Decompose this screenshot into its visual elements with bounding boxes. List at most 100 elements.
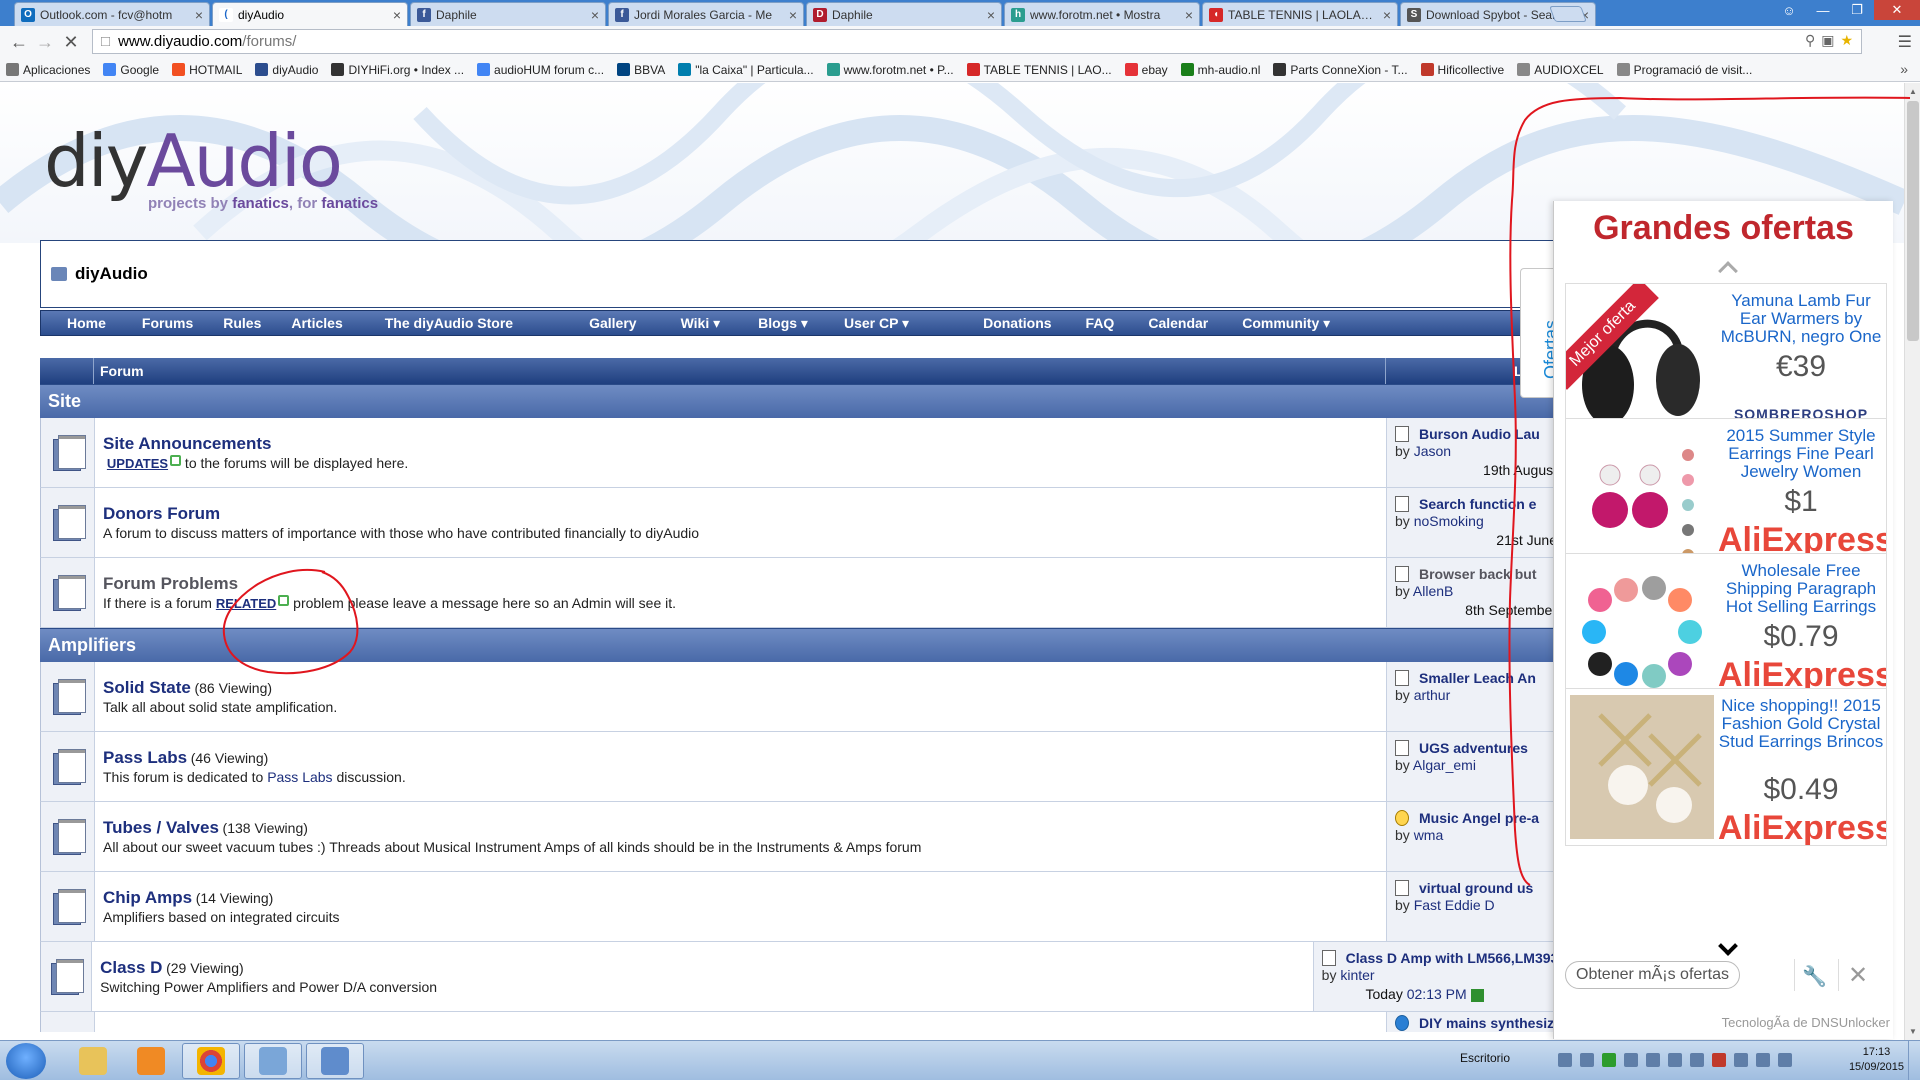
forum-title[interactable]: Forum Problems bbox=[103, 574, 238, 593]
scrollbar-thumb[interactable] bbox=[1907, 101, 1919, 341]
nav-item[interactable]: User CP ▾ bbox=[808, 315, 909, 332]
last-post-author[interactable]: arthur bbox=[1414, 687, 1451, 703]
related-link[interactable]: RELATED bbox=[216, 596, 276, 611]
tray-icon[interactable] bbox=[1580, 1053, 1594, 1067]
bookmark-item[interactable]: TABLE TENNIS | LAO... bbox=[966, 63, 1112, 77]
offers-side-tab[interactable]: Ofertas bbox=[1520, 268, 1561, 398]
tray-icon[interactable] bbox=[1624, 1053, 1638, 1067]
last-post-author[interactable]: Algar_emi bbox=[1413, 757, 1476, 773]
profile-icon[interactable]: ☺ bbox=[1772, 0, 1806, 20]
system-clock[interactable]: 17:13 15/09/2015 bbox=[1849, 1045, 1904, 1075]
minimize-button[interactable]: — bbox=[1806, 0, 1840, 20]
bookmark-item[interactable]: "la Caixa" | Particula... bbox=[678, 63, 814, 77]
page-scrollbar[interactable]: ▲ ▼ bbox=[1904, 83, 1920, 1041]
menu-icon[interactable]: ☰ bbox=[1898, 32, 1912, 52]
forum-title[interactable]: Class D bbox=[100, 958, 162, 977]
back-button[interactable]: ← bbox=[6, 29, 32, 55]
last-post-title[interactable]: UGS adventures bbox=[1419, 740, 1528, 756]
show-desktop-button[interactable] bbox=[1908, 1041, 1920, 1080]
browser-tab[interactable]: h www.forotm.net • Mostra × bbox=[1004, 2, 1200, 26]
last-post-author[interactable]: AllenB bbox=[1413, 583, 1453, 599]
tray-icon[interactable] bbox=[1712, 1053, 1726, 1067]
deal-card[interactable]: Nice shopping!! 2015 Fashion Gold Crysta… bbox=[1565, 688, 1887, 846]
tray-icon[interactable] bbox=[1558, 1053, 1572, 1067]
nav-item[interactable]: Gallery bbox=[513, 315, 636, 331]
last-post-title[interactable]: Burson Audio Lau bbox=[1419, 426, 1540, 442]
last-post-title[interactable]: DIY mains synthesizer bbox=[1419, 1015, 1567, 1031]
bookmark-item[interactable]: audioHUM forum c... bbox=[477, 63, 604, 77]
last-post-author[interactable]: kinter bbox=[1340, 967, 1374, 983]
last-post-author[interactable]: Fast Eddie D bbox=[1414, 897, 1495, 913]
more-offers-button[interactable]: Obtener mÃ¡s ofertas bbox=[1565, 961, 1740, 989]
forum-title[interactable]: Solid State bbox=[103, 678, 191, 697]
window-close-button[interactable]: ✕ bbox=[1874, 0, 1920, 20]
bookmark-item[interactable]: HOTMAIL bbox=[172, 63, 242, 77]
nav-item[interactable]: Articles bbox=[261, 315, 342, 331]
last-post-author[interactable]: wma bbox=[1414, 827, 1444, 843]
bookmark-item[interactable]: ebay bbox=[1124, 63, 1168, 77]
scroll-down-icon[interactable] bbox=[1718, 936, 1738, 956]
related-link[interactable]: UPDATES bbox=[107, 456, 168, 471]
bookmark-item[interactable]: www.forotm.net • P... bbox=[826, 63, 954, 77]
tab-close-icon[interactable]: × bbox=[591, 7, 599, 23]
last-post-author[interactable]: Jason bbox=[1414, 443, 1451, 459]
close-icon[interactable]: ✕ bbox=[1848, 961, 1868, 990]
nav-item[interactable]: Wiki ▾ bbox=[637, 315, 721, 332]
forum-title[interactable]: Donors Forum bbox=[103, 504, 220, 523]
forum-title[interactable]: Tubes / Valves bbox=[103, 818, 219, 837]
stop-icon[interactable]: ✕ bbox=[58, 29, 84, 55]
nav-item[interactable]: Rules bbox=[193, 315, 261, 331]
new-tab-button[interactable] bbox=[1549, 6, 1587, 22]
site-logo[interactable]: diyAudio projects by fanatics, for fanat… bbox=[44, 123, 378, 212]
breadcrumb-home[interactable]: diyAudio bbox=[75, 264, 148, 284]
bookmark-item[interactable]: Aplicaciones bbox=[6, 63, 90, 77]
zoom-icon[interactable]: ⚲ bbox=[1805, 32, 1815, 49]
deal-title[interactable]: Yamuna Lamb Fur Ear Warmers by McBURN, n… bbox=[1718, 292, 1884, 346]
tab-close-icon[interactable]: × bbox=[393, 7, 401, 23]
bookmark-item[interactable]: mh-audio.nl bbox=[1180, 63, 1260, 77]
more-bookmarks-icon[interactable]: » bbox=[1900, 61, 1908, 77]
restore-button[interactable]: ❐ bbox=[1840, 0, 1874, 20]
bookmark-item[interactable]: Parts ConneXion - T... bbox=[1273, 63, 1408, 77]
forum-title[interactable]: Site Announcements bbox=[103, 434, 271, 453]
tab-close-icon[interactable]: × bbox=[987, 7, 995, 23]
nav-item[interactable]: Donations bbox=[909, 315, 1051, 331]
forum-title[interactable]: Chip Amps bbox=[103, 888, 192, 907]
bookmark-item[interactable]: Programació de visit... bbox=[1616, 63, 1752, 77]
category-header[interactable]: Site bbox=[40, 384, 1570, 418]
last-post-title[interactable]: Smaller Leach An bbox=[1419, 670, 1536, 686]
browser-tab[interactable]: O Outlook.com - fcv@hotm × bbox=[14, 2, 210, 26]
taskbar-explorer[interactable] bbox=[64, 1043, 122, 1079]
volume-icon[interactable] bbox=[1756, 1053, 1770, 1067]
tray-icon[interactable] bbox=[1690, 1053, 1704, 1067]
tray-icon[interactable] bbox=[1646, 1053, 1660, 1067]
bookmark-star-icon[interactable]: ★ bbox=[1840, 32, 1853, 49]
browser-tab[interactable]: D Daphile × bbox=[806, 2, 1002, 26]
bookmark-item[interactable]: Google bbox=[103, 63, 159, 77]
tab-close-icon[interactable]: × bbox=[1383, 7, 1391, 23]
bookmark-item[interactable]: AUDIOXCEL bbox=[1517, 63, 1604, 77]
last-post-title[interactable]: Search function e bbox=[1419, 496, 1536, 512]
category-header[interactable]: Amplifiers bbox=[40, 628, 1570, 662]
browser-tab[interactable]: f Daphile × bbox=[410, 2, 606, 26]
desktop-toolbar-label[interactable]: Escritorio bbox=[1460, 1051, 1510, 1065]
bookmark-item[interactable]: Hificollective bbox=[1420, 63, 1504, 77]
browser-tab[interactable]: (diyAudio × bbox=[212, 2, 408, 26]
browser-tab[interactable]: f Jordi Morales Garcia - Me × bbox=[608, 2, 804, 26]
bookmark-item[interactable]: diyAudio bbox=[255, 63, 318, 77]
nav-item[interactable]: Blogs ▾ bbox=[720, 315, 808, 332]
pass-labs-link[interactable]: Pass Labs bbox=[267, 769, 332, 785]
last-post-author[interactable]: noSmoking bbox=[1414, 513, 1484, 529]
taskbar-chrome[interactable] bbox=[182, 1043, 240, 1079]
nav-item[interactable]: Home bbox=[41, 315, 106, 331]
tab-close-icon[interactable]: × bbox=[195, 7, 203, 23]
nav-item[interactable]: The diyAudio Store bbox=[343, 315, 513, 331]
forward-button[interactable]: → bbox=[32, 29, 58, 55]
tray-icon[interactable] bbox=[1668, 1053, 1682, 1067]
nav-item[interactable]: Community ▾ bbox=[1208, 315, 1330, 332]
nav-item[interactable]: FAQ bbox=[1052, 315, 1115, 331]
last-post-title[interactable]: Browser back but bbox=[1419, 566, 1536, 582]
start-button[interactable] bbox=[6, 1043, 46, 1079]
settings-wrench-icon[interactable]: 🔧 bbox=[1802, 964, 1827, 989]
forum-title[interactable]: Pass Labs bbox=[103, 748, 187, 767]
